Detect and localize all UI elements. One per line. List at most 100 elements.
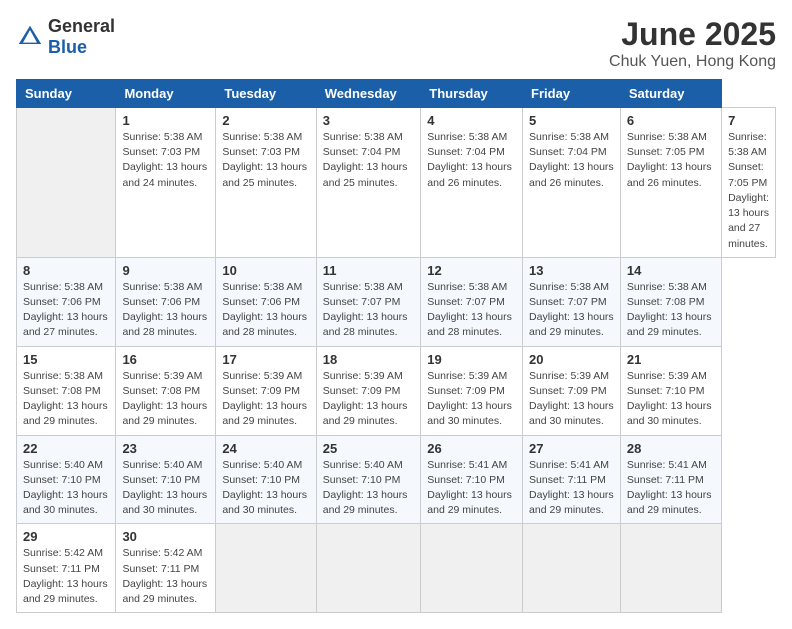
day-number: 19 (427, 352, 516, 367)
cell-details: Sunrise: 5:38 AMSunset: 7:04 PMDaylight:… (323, 130, 415, 191)
cell-details: Sunrise: 5:42 AMSunset: 7:11 PMDaylight:… (122, 546, 209, 607)
day-number: 7 (728, 113, 769, 128)
logo-icon (16, 23, 44, 51)
col-header-saturday: Saturday (620, 80, 721, 108)
day-number: 5 (529, 113, 614, 128)
cell-details: Sunrise: 5:38 AMSunset: 7:07 PMDaylight:… (323, 280, 415, 341)
day-number: 18 (323, 352, 415, 367)
cell-details: Sunrise: 5:39 AMSunset: 7:09 PMDaylight:… (427, 369, 516, 430)
col-header-friday: Friday (523, 80, 621, 108)
day-number: 14 (627, 263, 715, 278)
cell-details: Sunrise: 5:41 AMSunset: 7:11 PMDaylight:… (529, 458, 614, 519)
day-number: 1 (122, 113, 209, 128)
cell-details: Sunrise: 5:38 AMSunset: 7:04 PMDaylight:… (529, 130, 614, 191)
day-number: 24 (222, 441, 309, 456)
cell-details: Sunrise: 5:40 AMSunset: 7:10 PMDaylight:… (122, 458, 209, 519)
day-number: 4 (427, 113, 516, 128)
cell-details: Sunrise: 5:40 AMSunset: 7:10 PMDaylight:… (323, 458, 415, 519)
calendar-cell: 30 Sunrise: 5:42 AMSunset: 7:11 PMDayligh… (116, 524, 216, 613)
day-number: 12 (427, 263, 516, 278)
day-number: 11 (323, 263, 415, 278)
calendar-cell: 6Sunrise: 5:38 AMSunset: 7:05 PMDaylight… (620, 108, 721, 258)
col-header-tuesday: Tuesday (216, 80, 316, 108)
day-number: 23 (122, 441, 209, 456)
page-title: June 2025 (609, 16, 776, 53)
logo: General Blue (16, 16, 115, 58)
cell-details: Sunrise: 5:41 AMSunset: 7:11 PMDaylight:… (627, 458, 715, 519)
day-number: 2 (222, 113, 309, 128)
cell-details: Sunrise: 5:38 AMSunset: 7:06 PMDaylight:… (23, 280, 109, 341)
col-header-monday: Monday (116, 80, 216, 108)
day-number: 30 (122, 529, 209, 544)
calendar-cell: 24 Sunrise: 5:40 AMSunset: 7:10 PMDayligh… (216, 435, 316, 524)
calendar-week-row: 15 Sunrise: 5:38 AMSunset: 7:08 PMDayligh… (17, 346, 776, 435)
calendar-cell: 3 Sunrise: 5:38 AMSunset: 7:04 PMDaylight… (316, 108, 421, 258)
day-number: 16 (122, 352, 209, 367)
calendar-table: SundayMondayTuesdayWednesdayThursdayFrid… (16, 79, 776, 613)
cell-details: Sunrise: 5:39 AMSunset: 7:09 PMDaylight:… (323, 369, 415, 430)
calendar-cell: 22Sunrise: 5:40 AMSunset: 7:10 PMDayligh… (17, 435, 116, 524)
cell-details: Sunrise: 5:38 AMSunset: 7:07 PMDaylight:… (529, 280, 614, 341)
cell-details: Sunrise: 5:38 AMSunset: 7:08 PMDaylight:… (23, 369, 109, 430)
cell-details: Sunrise: 5:41 AMSunset: 7:10 PMDaylight:… (427, 458, 516, 519)
calendar-week-row: 8Sunrise: 5:38 AMSunset: 7:06 PMDaylight… (17, 257, 776, 346)
title-block: June 2025 Chuk Yuen, Hong Kong (609, 16, 776, 71)
calendar-header-row: SundayMondayTuesdayWednesdayThursdayFrid… (17, 80, 776, 108)
calendar-cell (216, 524, 316, 613)
calendar-cell (523, 524, 621, 613)
calendar-cell: 16 Sunrise: 5:39 AMSunset: 7:08 PMDayligh… (116, 346, 216, 435)
day-number: 29 (23, 529, 109, 544)
calendar-week-row: 1 Sunrise: 5:38 AMSunset: 7:03 PMDaylight… (17, 108, 776, 258)
calendar-cell: 13 Sunrise: 5:38 AMSunset: 7:07 PMDayligh… (523, 257, 621, 346)
day-number: 27 (529, 441, 614, 456)
cell-details: Sunrise: 5:38 AMSunset: 7:05 PMDaylight:… (728, 130, 769, 252)
calendar-cell (17, 108, 116, 258)
logo-text-general: General (48, 16, 115, 36)
cell-details: Sunrise: 5:39 AMSunset: 7:08 PMDaylight:… (122, 369, 209, 430)
calendar-cell: 5 Sunrise: 5:38 AMSunset: 7:04 PMDaylight… (523, 108, 621, 258)
calendar-cell: 8Sunrise: 5:38 AMSunset: 7:06 PMDaylight… (17, 257, 116, 346)
cell-details: Sunrise: 5:38 AMSunset: 7:07 PMDaylight:… (427, 280, 516, 341)
col-header-wednesday: Wednesday (316, 80, 421, 108)
calendar-cell (421, 524, 523, 613)
cell-details: Sunrise: 5:38 AMSunset: 7:03 PMDaylight:… (222, 130, 309, 191)
day-number: 17 (222, 352, 309, 367)
day-number: 13 (529, 263, 614, 278)
calendar-cell: 25Sunrise: 5:40 AMSunset: 7:10 PMDayligh… (316, 435, 421, 524)
day-number: 20 (529, 352, 614, 367)
day-number: 3 (323, 113, 415, 128)
cell-details: Sunrise: 5:40 AMSunset: 7:10 PMDaylight:… (222, 458, 309, 519)
cell-details: Sunrise: 5:39 AMSunset: 7:10 PMDaylight:… (627, 369, 715, 430)
calendar-cell: 26 Sunrise: 5:41 AMSunset: 7:10 PMDayligh… (421, 435, 523, 524)
calendar-cell: 18 Sunrise: 5:39 AMSunset: 7:09 PMDayligh… (316, 346, 421, 435)
calendar-cell: 27 Sunrise: 5:41 AMSunset: 7:11 PMDayligh… (523, 435, 621, 524)
calendar-cell: 17 Sunrise: 5:39 AMSunset: 7:09 PMDayligh… (216, 346, 316, 435)
calendar-cell: 7 Sunrise: 5:38 AMSunset: 7:05 PMDaylight… (722, 108, 776, 258)
calendar-cell: 28Sunrise: 5:41 AMSunset: 7:11 PMDayligh… (620, 435, 721, 524)
cell-details: Sunrise: 5:38 AMSunset: 7:06 PMDaylight:… (122, 280, 209, 341)
calendar-cell: 14Sunrise: 5:38 AMSunset: 7:08 PMDayligh… (620, 257, 721, 346)
page-header: General Blue June 2025 Chuk Yuen, Hong K… (16, 16, 776, 71)
day-number: 21 (627, 352, 715, 367)
cell-details: Sunrise: 5:42 AMSunset: 7:11 PMDaylight:… (23, 546, 109, 607)
calendar-cell: 19 Sunrise: 5:39 AMSunset: 7:09 PMDayligh… (421, 346, 523, 435)
calendar-cell: 4Sunrise: 5:38 AMSunset: 7:04 PMDaylight… (421, 108, 523, 258)
calendar-week-row: 29 Sunrise: 5:42 AMSunset: 7:11 PMDayligh… (17, 524, 776, 613)
calendar-cell: 10 Sunrise: 5:38 AMSunset: 7:06 PMDayligh… (216, 257, 316, 346)
calendar-cell: 12 Sunrise: 5:38 AMSunset: 7:07 PMDayligh… (421, 257, 523, 346)
logo-text-blue: Blue (48, 37, 87, 57)
calendar-cell: 11 Sunrise: 5:38 AMSunset: 7:07 PMDayligh… (316, 257, 421, 346)
cell-details: Sunrise: 5:39 AMSunset: 7:09 PMDaylight:… (222, 369, 309, 430)
cell-details: Sunrise: 5:38 AMSunset: 7:06 PMDaylight:… (222, 280, 309, 341)
calendar-cell: 29 Sunrise: 5:42 AMSunset: 7:11 PMDayligh… (17, 524, 116, 613)
calendar-cell: 2 Sunrise: 5:38 AMSunset: 7:03 PMDaylight… (216, 108, 316, 258)
calendar-cell: 21 Sunrise: 5:39 AMSunset: 7:10 PMDayligh… (620, 346, 721, 435)
day-number: 10 (222, 263, 309, 278)
day-number: 15 (23, 352, 109, 367)
col-header-thursday: Thursday (421, 80, 523, 108)
calendar-cell: 9Sunrise: 5:38 AMSunset: 7:06 PMDaylight… (116, 257, 216, 346)
col-header-sunday: Sunday (17, 80, 116, 108)
day-number: 6 (627, 113, 715, 128)
day-number: 26 (427, 441, 516, 456)
calendar-cell: 20Sunrise: 5:39 AMSunset: 7:09 PMDayligh… (523, 346, 621, 435)
